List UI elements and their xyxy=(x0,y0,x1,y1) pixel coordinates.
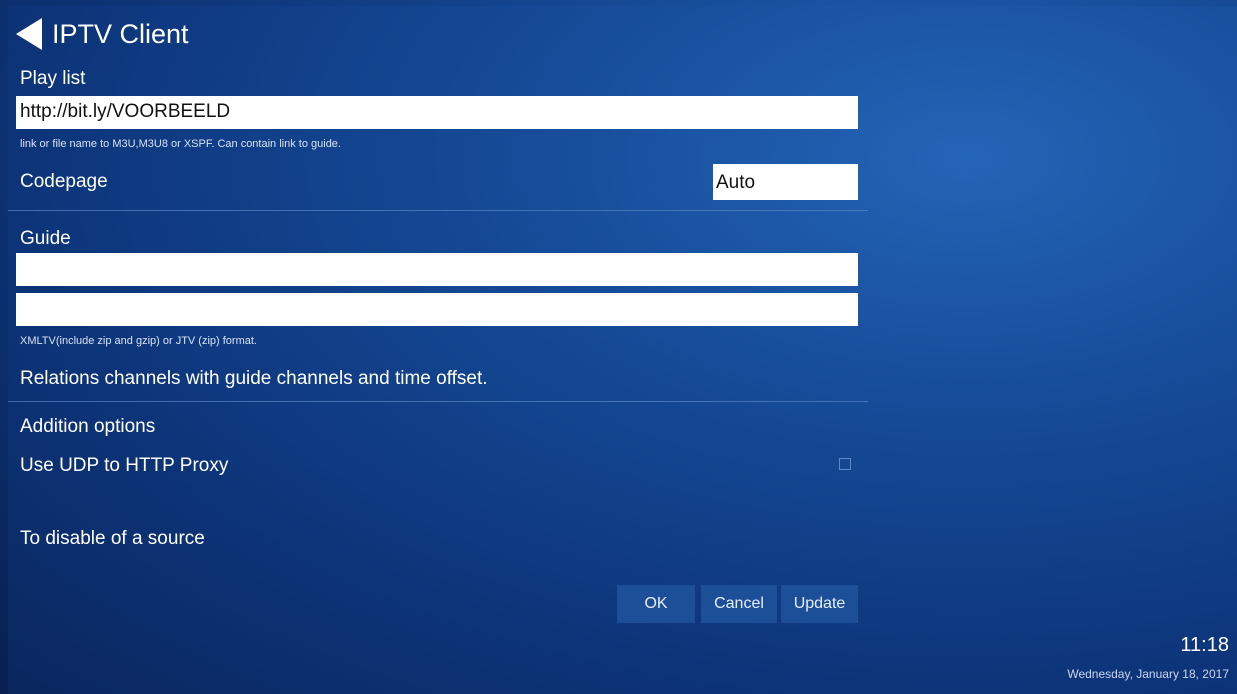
addition-options-label: Addition options xyxy=(20,416,156,437)
codepage-label: Codepage xyxy=(20,171,108,192)
relations-link[interactable]: Relations channels with guide channels a… xyxy=(20,368,488,390)
udp-proxy-checkbox[interactable] xyxy=(839,458,851,470)
playlist-input[interactable]: http://bit.ly/VOORBEELD xyxy=(16,96,858,129)
clock-time: 11:18 xyxy=(1180,634,1229,656)
playlist-hint: link or file name to M3U,M3U8 or XSPF. C… xyxy=(20,138,341,150)
app-header: IPTV Client xyxy=(16,16,189,52)
back-arrow-icon[interactable] xyxy=(16,18,42,50)
clock-date: Wednesday, January 18, 2017 xyxy=(1067,667,1229,681)
guide-hint: XMLTV(include zip and gzip) or JTV (zip)… xyxy=(20,335,257,347)
section-divider xyxy=(8,210,868,211)
guide-input-2[interactable] xyxy=(16,293,858,326)
guide-input-1[interactable] xyxy=(16,253,858,286)
guide-label: Guide xyxy=(20,228,71,249)
section-divider xyxy=(8,401,868,402)
codepage-select[interactable]: Auto xyxy=(713,164,858,200)
playlist-label: Play list xyxy=(20,68,86,89)
app-title: IPTV Client xyxy=(52,18,189,49)
update-button[interactable]: Update xyxy=(781,585,858,623)
udp-proxy-label: Use UDP to HTTP Proxy xyxy=(20,455,229,476)
disable-source-label: To disable of a source xyxy=(20,528,205,549)
ok-button[interactable]: OK xyxy=(617,585,695,623)
cancel-button[interactable]: Cancel xyxy=(701,585,777,623)
